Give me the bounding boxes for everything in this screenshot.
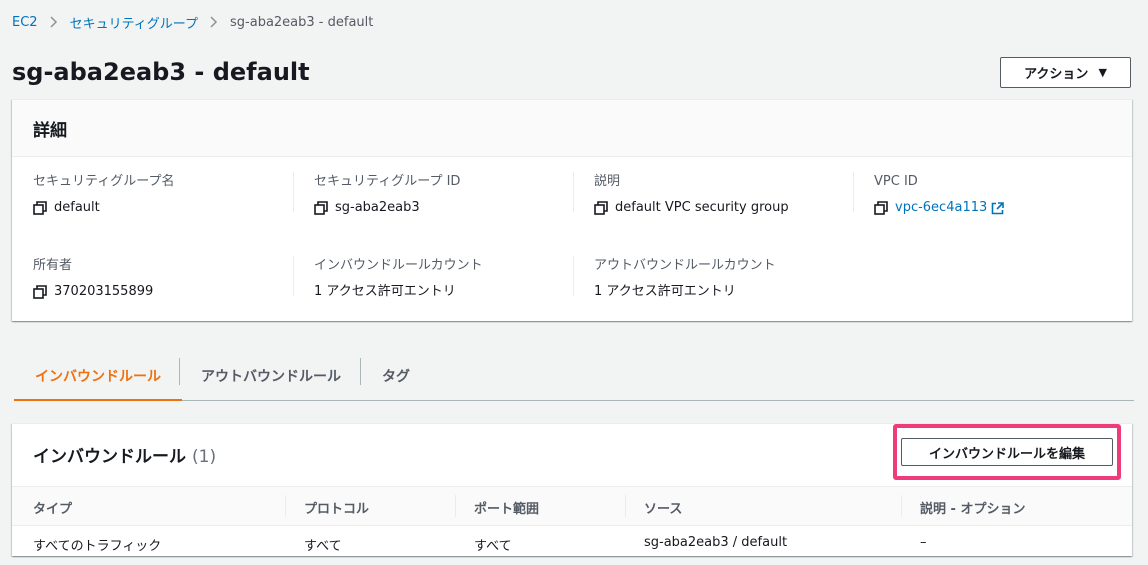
details-header: 詳細	[12, 100, 1132, 157]
col-header-type[interactable]: タイプ	[33, 498, 72, 517]
copy-icon[interactable]	[314, 201, 328, 215]
cell-source: sg-aba2eab3 / default	[644, 535, 788, 550]
table-row[interactable]: すべてのトラフィック すべて すべて sg-aba2eab3 / default…	[12, 527, 1132, 557]
tab-outbound-rules[interactable]: アウトバウンドルール	[180, 352, 362, 400]
cell-protocol: すべて	[304, 539, 342, 554]
field-label: インバウンドルールカウント	[314, 258, 483, 273]
details-panel: 詳細 セキュリティグループ名 default セキュリティグループ ID sg-…	[12, 99, 1132, 321]
tab-tags[interactable]: タグ	[361, 352, 431, 400]
col-header-source[interactable]: ソース	[644, 498, 682, 517]
copy-icon[interactable]	[874, 201, 888, 215]
field-label: 所有者	[33, 258, 73, 273]
rules-title-text: インバウンドルール	[33, 447, 186, 467]
actions-button[interactable]: アクション ▼	[1000, 57, 1131, 88]
field-inbound-count: インバウンドルールカウント 1 アクセス許可エントリ	[314, 257, 483, 301]
field-outbound-count: アウトバウンドルールカウント 1 アクセス許可エントリ	[594, 257, 776, 301]
page-title: sg-aba2eab3 - default	[12, 58, 310, 86]
vpc-id-link[interactable]: vpc-6ec4a113	[895, 199, 987, 217]
tab-bar: インバウンドルール アウトバウンドルール タグ	[14, 352, 1134, 401]
field-vpc-id: VPC ID vpc-6ec4a113	[874, 173, 1005, 217]
cell-description: –	[920, 535, 927, 550]
field-value: 1 アクセス許可エントリ	[314, 284, 456, 299]
field-label: セキュリティグループ ID	[314, 174, 461, 189]
field-owner: 所有者 370203155899	[33, 257, 153, 301]
copy-icon[interactable]	[33, 201, 47, 215]
breadcrumb: EC2 セキュリティグループ sg-aba2eab3 - default	[12, 12, 373, 32]
external-link-icon[interactable]	[991, 201, 1005, 215]
field-sg-name: セキュリティグループ名 default	[33, 173, 174, 217]
field-description: 説明 default VPC security group	[594, 173, 789, 217]
copy-icon[interactable]	[594, 201, 608, 215]
field-value: default VPC security group	[615, 200, 789, 215]
table-header: タイプ プロトコル ポート範囲 ソース 説明 - オプション	[12, 487, 1132, 526]
col-header-description[interactable]: 説明 - オプション	[920, 498, 1025, 517]
chevron-right-icon	[210, 16, 218, 28]
field-label: 説明	[594, 174, 621, 189]
inbound-rules-title: インバウンドルール (1)	[33, 442, 216, 467]
breadcrumb-security-groups[interactable]: セキュリティグループ	[70, 13, 198, 32]
field-sg-id: セキュリティグループ ID sg-aba2eab3	[314, 173, 460, 217]
actions-button-label: アクション	[1024, 67, 1089, 82]
field-value: default	[54, 200, 100, 215]
inbound-rules-panel: インバウンドルール (1) インバウンドルールを編集 タイプ プロトコル ポート範…	[12, 423, 1132, 556]
breadcrumb-current: sg-aba2eab3 - default	[230, 14, 374, 30]
rules-count: (1)	[192, 447, 217, 467]
chevron-right-icon	[50, 16, 58, 28]
cell-type: すべてのトラフィック	[33, 539, 162, 554]
cell-port-range: すべて	[474, 539, 512, 554]
field-label: VPC ID	[874, 174, 918, 189]
edit-inbound-rules-button[interactable]: インバウンドルールを編集	[901, 438, 1113, 466]
field-value: 1 アクセス許可エントリ	[594, 284, 736, 299]
field-value: 370203155899	[54, 284, 154, 299]
field-label: セキュリティグループ名	[33, 174, 175, 189]
caret-down-icon: ▼	[1098, 66, 1107, 79]
breadcrumb-ec2[interactable]: EC2	[12, 15, 38, 30]
field-label: アウトバウンドルールカウント	[594, 258, 776, 273]
tab-inbound-rules[interactable]: インバウンドルール	[14, 352, 182, 401]
copy-icon[interactable]	[33, 285, 47, 299]
col-header-protocol[interactable]: プロトコル	[304, 498, 369, 517]
field-value: sg-aba2eab3	[335, 200, 420, 215]
col-header-port-range[interactable]: ポート範囲	[474, 498, 539, 517]
